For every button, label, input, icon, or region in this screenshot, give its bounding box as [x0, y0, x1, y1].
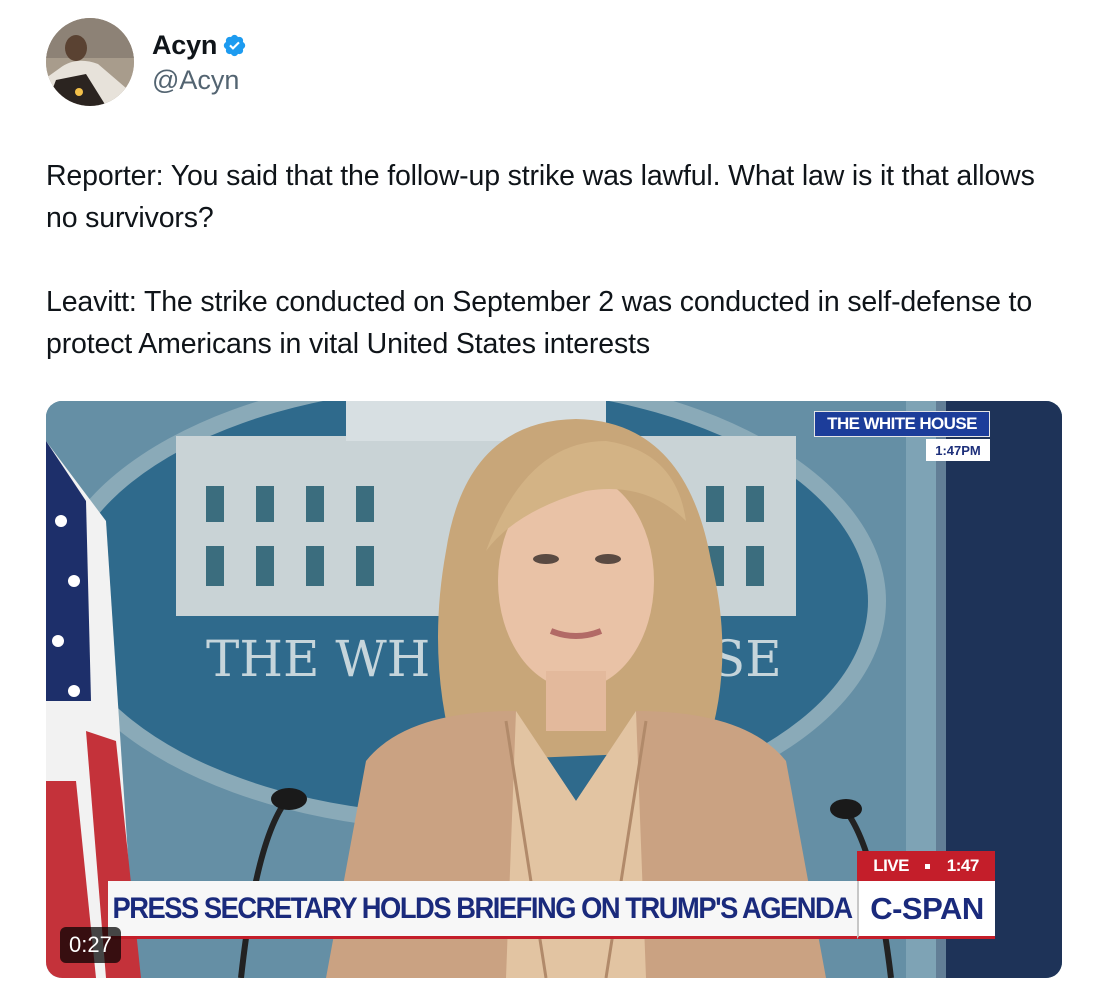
name-row: Acyn	[152, 30, 247, 61]
tweet-text: Reporter: You said that the follow-up st…	[46, 155, 1046, 365]
video-player[interactable]: THE WH SE THE WHITE HOUSE 1:47PM LIVE 1:…	[46, 401, 1062, 978]
chyron-text: PRESS SECRETARY HOLDS BRIEFING ON TRUMP'…	[112, 891, 854, 925]
avatar[interactable]	[46, 18, 134, 106]
live-dot-icon	[925, 863, 931, 869]
tweet-paragraph: Reporter: You said that the follow-up st…	[46, 160, 1043, 234]
avatar-image	[46, 18, 134, 106]
live-label: LIVE	[873, 856, 909, 875]
live-indicator: LIVE 1:47	[857, 851, 995, 881]
tweet-card: Acyn @Acyn Reporter: You said that the f…	[0, 0, 1100, 991]
live-time: 1:47	[946, 856, 980, 875]
chyron: PRESS SECRETARY HOLDS BRIEFING ON TRUMP'…	[108, 881, 857, 939]
location-banner: THE WHITE HOUSE	[814, 411, 990, 437]
tweet-paragraph: Leavitt: The strike conducted on Septemb…	[46, 286, 1040, 360]
author-names: Acyn @Acyn	[152, 30, 247, 96]
verified-badge-icon	[222, 33, 247, 58]
location-time: 1:47PM	[926, 439, 990, 461]
backdrop-text-left: THE WH	[206, 630, 430, 688]
handle[interactable]: @Acyn	[152, 65, 247, 96]
tweet-header: Acyn @Acyn	[46, 18, 247, 106]
display-name[interactable]: Acyn	[152, 30, 217, 61]
video-duration: 0:27	[60, 927, 121, 963]
network-logo: C-SPAN	[857, 881, 995, 939]
